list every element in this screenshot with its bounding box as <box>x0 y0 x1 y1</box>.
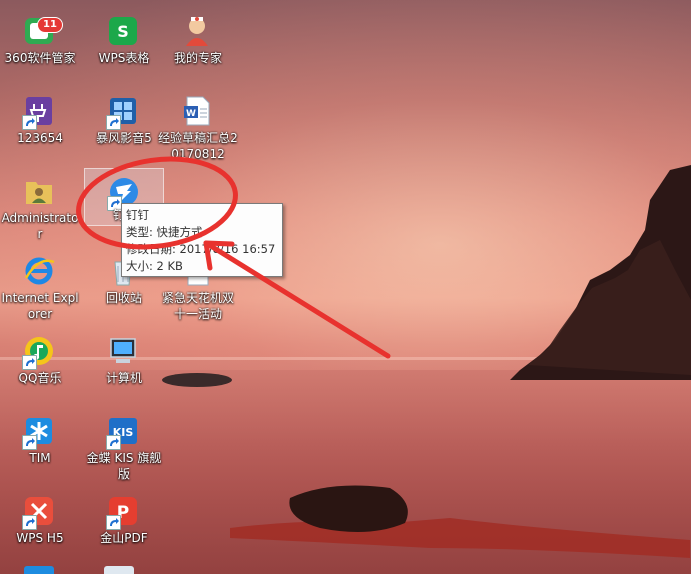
word-document-icon: W <box>184 96 210 126</box>
partial-icon[interactable] <box>24 566 54 574</box>
desktop-icon-kingsoft-pdf[interactable]: P 金山PDF <box>84 488 164 560</box>
shortcut-arrow-icon <box>106 515 121 530</box>
icon-label: TIM <box>29 451 51 465</box>
tooltip-type: 类型: 快捷方式 <box>126 225 203 239</box>
shortcut-arrow-icon <box>22 435 37 450</box>
shortcut-arrow-icon <box>106 435 121 450</box>
icon-label: 回收站 <box>105 291 142 305</box>
svg-text:W: W <box>186 109 196 119</box>
desktop-icon-360[interactable]: 11 360软件管家 <box>0 8 80 80</box>
user-folder-icon <box>26 182 52 204</box>
desktop-icon-tim[interactable]: TIM <box>0 408 80 480</box>
file-info-tooltip: 钉钉 类型: 快捷方式 修改日期: 2017/8/16 16:57 大小: 2 … <box>121 203 283 277</box>
icon-label: 经验草稿汇总20170812 <box>158 131 238 161</box>
shortcut-arrow-icon <box>106 115 121 130</box>
icon-label: 金蝶 KIS 旗舰版 <box>86 451 162 481</box>
computer-monitor-icon <box>110 338 136 363</box>
desktop-icon-qqmusic[interactable]: QQ音乐 <box>0 328 80 400</box>
desktop-icon-kis[interactable]: KIS 金蝶 KIS 旗舰版 <box>84 408 164 481</box>
small-rock <box>162 373 232 387</box>
tooltip-date: 修改日期: 2017/8/16 16:57 <box>126 242 276 256</box>
icon-label: 暴风影音5 <box>96 131 152 145</box>
icon-label: Administrator <box>1 211 79 241</box>
icon-label: 紧急天花机双十一活动 <box>161 291 234 321</box>
internet-explorer-icon <box>24 257 55 285</box>
wps-spreadsheet-icon: S <box>109 17 137 45</box>
rock-formation <box>510 165 691 380</box>
icon-label: 金山PDF <box>100 531 148 545</box>
notification-badge: 11 <box>37 17 63 33</box>
desktop-icon-wps-h5[interactable]: WPS H5 <box>0 488 80 560</box>
shortcut-arrow-icon <box>22 515 37 530</box>
partial-icon[interactable] <box>104 566 134 574</box>
shortcut-arrow-icon <box>22 355 37 370</box>
desktop-icon-computer[interactable]: 计算机 <box>84 328 164 400</box>
desktop-wallpaper: 11 360软件管家 S WPS表格 我的专家 123654 暴风影音5 W 经… <box>0 0 691 574</box>
icon-label: QQ音乐 <box>18 371 62 385</box>
desktop-icon-wps-sheets[interactable]: S WPS表格 <box>84 8 164 80</box>
icon-label: Internet Explorer <box>1 291 79 321</box>
expert-avatar-icon <box>186 17 208 46</box>
desktop-icon-my-expert[interactable]: 我的专家 <box>158 8 238 80</box>
icon-label: 123654 <box>17 131 63 145</box>
tooltip-size: 大小: 2 KB <box>126 259 183 273</box>
desktop-icon-123654[interactable]: 123654 <box>0 88 80 160</box>
icon-label: 我的专家 <box>173 51 222 65</box>
desktop-icon-administrator[interactable]: Administrator <box>0 168 80 241</box>
driftwood <box>230 485 690 558</box>
icon-label: WPS H5 <box>16 531 64 545</box>
icon-label: WPS表格 <box>98 51 150 65</box>
tooltip-title: 钉钉 <box>126 208 149 222</box>
icon-label: 360软件管家 <box>4 51 76 65</box>
desktop-icon-storm[interactable]: 暴风影音5 <box>84 88 164 160</box>
icon-label: 计算机 <box>105 371 142 385</box>
svg-text:S: S <box>117 22 129 41</box>
shortcut-arrow-icon <box>22 115 37 130</box>
desktop-icon-internet-explorer[interactable]: Internet Explorer <box>0 248 80 321</box>
desktop-icon-draft-summary[interactable]: W 经验草稿汇总20170812 <box>158 88 238 161</box>
